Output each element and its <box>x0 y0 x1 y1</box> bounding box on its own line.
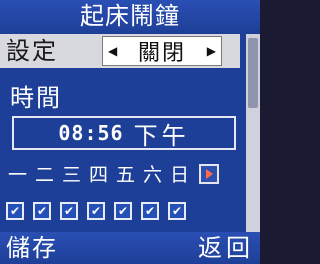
time-field[interactable]: 08:56 下午 <box>12 116 236 150</box>
setting-label: 設定 <box>6 37 58 65</box>
arrow-left-icon[interactable]: ◀ <box>108 45 117 57</box>
time-label: 時間 <box>10 84 62 112</box>
time-value: 08:56 <box>58 121 124 145</box>
day-label-sun: 日 <box>169 164 189 186</box>
day-label-sat: 六 <box>142 164 162 186</box>
day-label-thu: 四 <box>88 164 108 186</box>
weekday-labels: 一 二 三 四 五 六 日 <box>4 160 219 187</box>
arrow-right-icon[interactable]: ▶ <box>207 45 216 57</box>
day-checkbox-sun[interactable]: ✔ <box>168 202 186 220</box>
weekday-checkboxes: ✔ ✔ ✔ ✔ ✔ ✔ ✔ <box>6 202 195 220</box>
softkey-bar: 儲存 返回 <box>0 232 260 264</box>
alarm-setting-row[interactable]: 設定 ◀ 關閉 ▶ <box>0 34 240 68</box>
day-label-wed: 三 <box>61 164 81 186</box>
scrollbar[interactable] <box>246 34 260 240</box>
day-label-tue: 二 <box>34 164 54 186</box>
save-softkey[interactable]: 儲存 <box>6 232 58 264</box>
day-checkbox-thu[interactable]: ✔ <box>87 202 105 220</box>
alarm-screen: 起床鬧鐘 設定 ◀ 關閉 ▶ 時間 08:56 下午 一 二 三 四 五 六 日… <box>0 0 260 264</box>
day-label-fri: 五 <box>115 164 135 186</box>
screen-title: 起床鬧鐘 <box>0 0 260 32</box>
day-label-mon: 一 <box>7 164 27 186</box>
setting-value: 關閉 <box>137 41 186 66</box>
day-checkbox-tue[interactable]: ✔ <box>33 202 51 220</box>
ampm-value: 下午 <box>133 121 190 150</box>
day-checkbox-fri[interactable]: ✔ <box>114 202 132 220</box>
day-checkbox-sat[interactable]: ✔ <box>141 202 159 220</box>
setting-selector[interactable]: ◀ 關閉 ▶ <box>102 36 222 66</box>
day-checkbox-wed[interactable]: ✔ <box>60 202 78 220</box>
day-checkbox-mon[interactable]: ✔ <box>6 202 24 220</box>
back-softkey[interactable]: 返回 <box>198 232 254 264</box>
scrollbar-thumb[interactable] <box>248 38 258 108</box>
next-arrow-icon[interactable] <box>199 163 219 184</box>
